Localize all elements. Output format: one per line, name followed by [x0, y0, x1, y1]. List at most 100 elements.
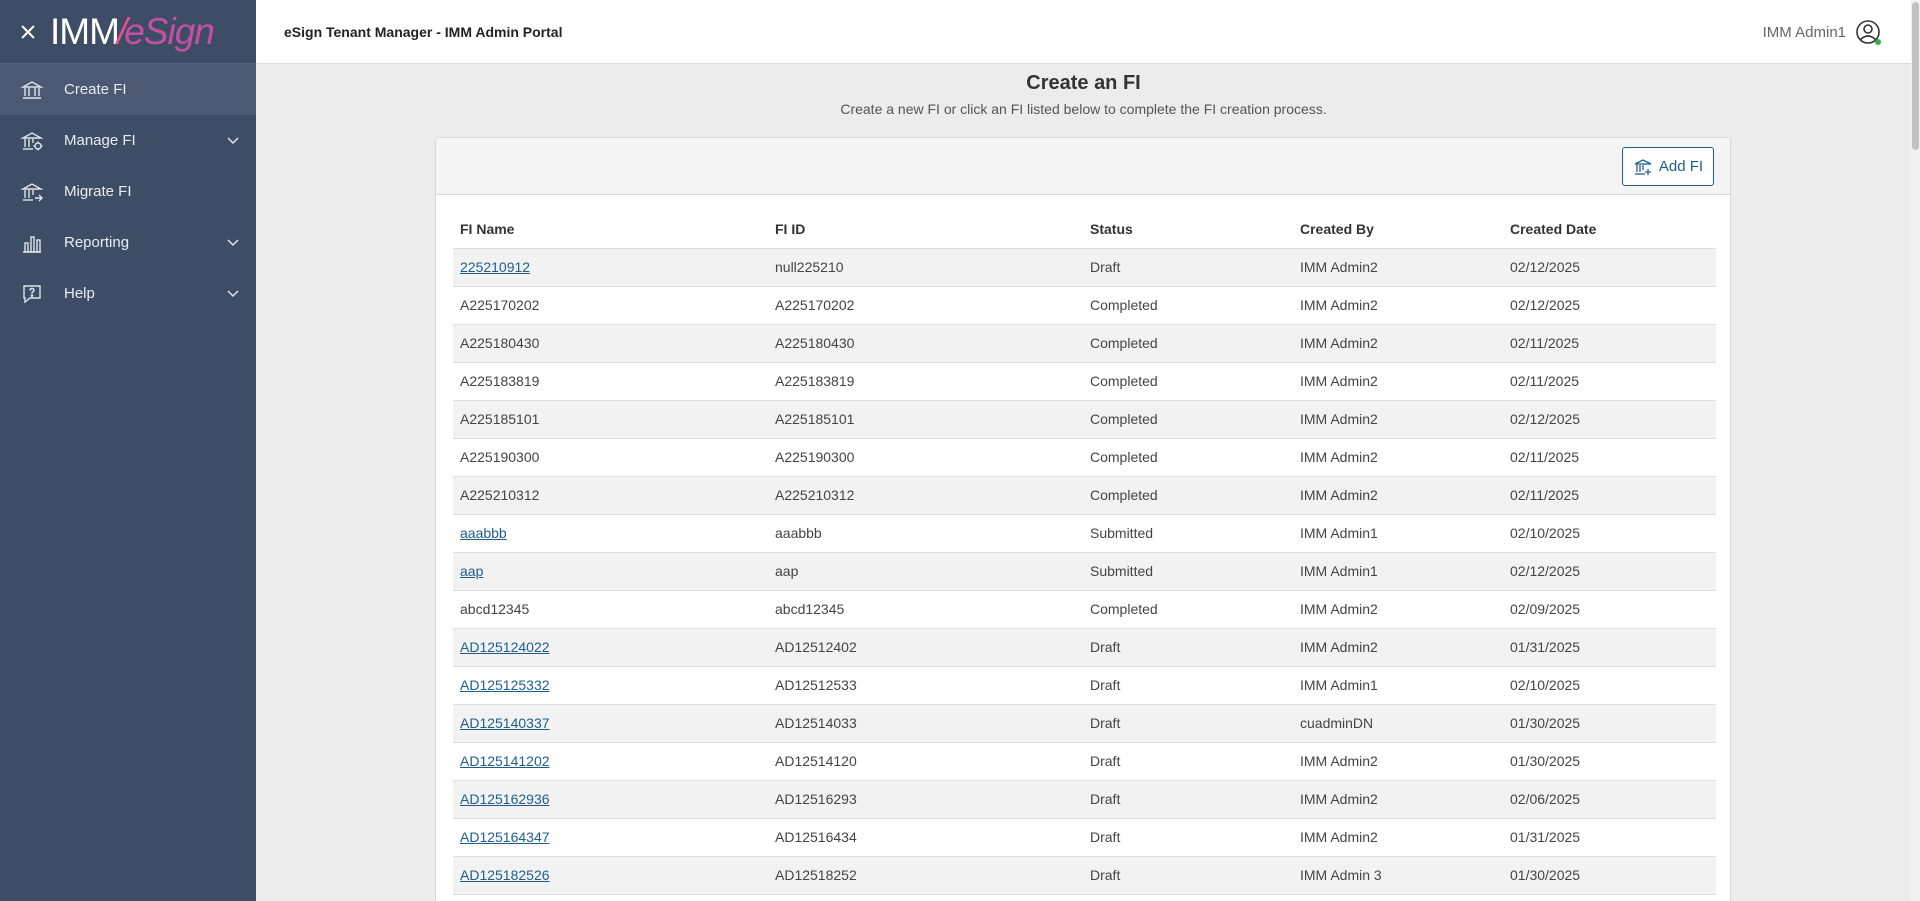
bank-arrow-icon — [20, 180, 44, 204]
page-title: Create an FI — [1026, 72, 1141, 94]
column-header-created-by[interactable]: Created By — [1293, 210, 1503, 249]
table-row[interactable]: aap aap Submitted IMM Admin1 02/12/2025 — [453, 552, 1716, 591]
created-date-cell: 02/11/2025 — [1503, 476, 1716, 515]
fi-id-cell: aap — [768, 552, 1083, 591]
sidebar-item-manage-fi[interactable]: Manage FI — [0, 115, 256, 166]
created-date-cell: 02/12/2025 — [1503, 286, 1716, 325]
bank-icon — [20, 78, 44, 102]
table-row: A225210312 A225210312 Completed IMM Admin2 0… — [453, 476, 1716, 515]
status-cell: Draft — [1083, 818, 1293, 857]
status-cell: Completed — [1083, 324, 1293, 363]
sidebar-item-migrate-fi[interactable]: Migrate FI — [0, 166, 256, 217]
status-cell: Completed — [1083, 400, 1293, 439]
status-cell: Submitted — [1083, 514, 1293, 553]
table-row[interactable]: AD125141202 AD12514120 Draft IMM Admin2 01/3… — [453, 742, 1716, 781]
fi-id-cell: AD12514120 — [768, 742, 1083, 781]
fi-id-cell: A225180430 — [768, 324, 1083, 363]
fi-name-cell: aap — [453, 552, 768, 591]
table-row[interactable]: AD125125332 AD12512533 Draft IMM Admin1 02/1… — [453, 666, 1716, 705]
status-cell: Draft — [1083, 666, 1293, 705]
created-by-cell: IMM Admin2 — [1293, 286, 1503, 325]
table-row[interactable]: aaabbb aaabbb Submitted IMM Admin1 02/10/202… — [453, 514, 1716, 553]
created-date-cell: 01/30/2025 — [1503, 742, 1716, 781]
created-by-cell: IMM Admin2 — [1293, 780, 1503, 819]
sidebar-item-label: Create FI — [64, 81, 127, 98]
fi-name-cell: AD125140337 — [453, 704, 768, 743]
scrollbar-thumb[interactable] — [1912, 2, 1919, 150]
status-cell: Completed — [1083, 286, 1293, 325]
close-icon[interactable] — [16, 20, 40, 44]
fi-name-link[interactable]: 225210912 — [460, 259, 530, 275]
fi-id-cell: A225210312 — [768, 476, 1083, 515]
fi-name-cell: AD125125332 — [453, 666, 768, 705]
table-row[interactable]: AD125182526 AD12518252 Draft IMM Admin 3 01/… — [453, 856, 1716, 895]
fi-name-link[interactable]: AD125164347 — [460, 829, 550, 845]
add-fi-label: Add FI — [1658, 158, 1704, 175]
created-date-cell: 02/11/2025 — [1503, 362, 1716, 401]
fi-name-link[interactable]: AD125162936 — [460, 791, 550, 807]
table-row[interactable]: AD125124022 AD12512402 Draft IMM Admin2 01/3… — [453, 628, 1716, 667]
fi-name-cell: A225180430 — [453, 324, 768, 363]
sidebar-item-label: Help — [64, 285, 95, 302]
chevron-down-icon[interactable] — [226, 286, 240, 300]
user-name: IMM Admin1 — [1762, 23, 1846, 41]
fi-name-link[interactable]: AD125140337 — [460, 715, 550, 731]
fi-id-cell: aaabbb — [768, 514, 1083, 553]
fi-id-cell: A225190300 — [768, 438, 1083, 477]
created-by-cell: IMM Admin2 — [1293, 400, 1503, 439]
table-row[interactable]: AD125140337 AD12514033 Draft cuadminDN 01/30… — [453, 704, 1716, 743]
created-date-cell: 01/31/2025 — [1503, 628, 1716, 667]
fi-id-cell: AD12512402 — [768, 628, 1083, 667]
created-by-cell: IMM Admin2 — [1293, 248, 1503, 287]
status-cell: Draft — [1083, 742, 1293, 781]
sidebar-item-reporting[interactable]: Reporting — [0, 217, 256, 268]
page-scrollbar[interactable] — [1911, 0, 1920, 901]
table-row[interactable]: AD125162936 AD12516293 Draft IMM Admin2 02/0… — [453, 780, 1716, 819]
fi-name-link[interactable]: aap — [460, 563, 483, 579]
table-row: A225190300 A225190300 Completed IMM Admin2 0… — [453, 438, 1716, 477]
created-by-cell: IMM Admin2 — [1293, 476, 1503, 515]
fi-name-link[interactable]: AD125182526 — [460, 867, 550, 883]
column-header-fi-name[interactable]: FI Name — [453, 210, 768, 249]
created-date-cell: 02/10/2025 — [1503, 514, 1716, 553]
status-cell: Draft — [1083, 248, 1293, 287]
created-by-cell: IMM Admin2 — [1293, 742, 1503, 781]
table-row[interactable]: AD125164347 AD12516434 Draft IMM Admin2 01/3… — [453, 818, 1716, 857]
help-icon — [20, 282, 44, 306]
column-header-fi-id[interactable]: FI ID — [768, 210, 1083, 249]
column-header-created-date[interactable]: Created Date — [1503, 210, 1716, 249]
created-date-cell: 02/12/2025 — [1503, 552, 1716, 591]
status-cell: Completed — [1083, 362, 1293, 401]
online-status-dot — [1875, 39, 1881, 45]
fi-id-cell: AD12512533 — [768, 666, 1083, 705]
chevron-down-icon[interactable] — [226, 133, 240, 147]
fi-name-cell: A225183819 — [453, 362, 768, 401]
fi-id-cell: AD12514033 — [768, 704, 1083, 743]
created-by-cell: IMM Admin2 — [1293, 362, 1503, 401]
fi-name-cell: AD125141202 — [453, 742, 768, 781]
chevron-down-icon[interactable] — [226, 235, 240, 249]
logo-imm-text: IMM — [50, 10, 120, 52]
fi-name-link[interactable]: aaabbb — [460, 525, 507, 541]
sidebar-item-create-fi[interactable]: Create FI — [0, 64, 256, 115]
sidebar: IMM / eSign Create FI Manage FI Migrate … — [0, 0, 256, 901]
top-header: eSign Tenant Manager - IMM Admin Portal … — [256, 0, 1920, 64]
table-header-row: FI Name FI ID Status Created By Created … — [453, 210, 1716, 249]
fi-name-link[interactable]: AD125124022 — [460, 639, 550, 655]
user-account-icon[interactable] — [1854, 18, 1882, 46]
sidebar-item-label: Manage FI — [64, 132, 136, 149]
created-by-cell: IMM Admin2 — [1293, 324, 1503, 363]
fi-name-link[interactable]: AD125125332 — [460, 677, 550, 693]
created-date-cell: 02/12/2025 — [1503, 248, 1716, 287]
user-menu[interactable]: IMM Admin1 — [1763, 18, 1882, 46]
sidebar-item-label: Reporting — [64, 234, 130, 251]
column-header-status[interactable]: Status — [1083, 210, 1293, 249]
created-date-cell: 02/06/2025 — [1503, 780, 1716, 819]
created-date-cell: 01/30/2025 — [1503, 856, 1716, 895]
table-row[interactable]: 225210912 null225210 Draft IMM Admin2 02/12/… — [453, 248, 1716, 287]
fi-name-link[interactable]: AD125141202 — [460, 753, 550, 769]
sidebar-item-help[interactable]: Help — [0, 268, 256, 319]
add-fi-button[interactable]: Add FI — [1622, 147, 1714, 186]
created-date-cell: 02/11/2025 — [1503, 438, 1716, 477]
table-body: 225210912 null225210 Draft IMM Admin2 02/12/… — [453, 248, 1716, 895]
